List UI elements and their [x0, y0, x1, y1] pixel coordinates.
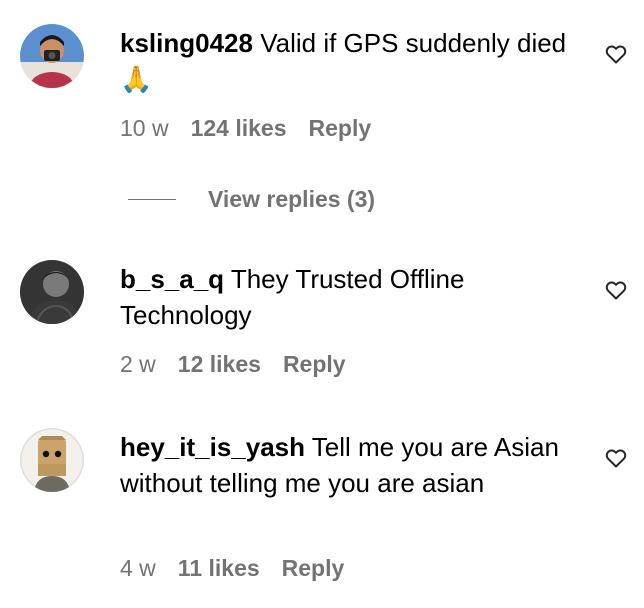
paper-bag-head-avatar-icon: [20, 428, 84, 492]
comment-meta: 4 w 11 likes Reply: [120, 555, 344, 582]
comment-meta: 10 w 124 likes Reply: [120, 115, 371, 142]
likes-count[interactable]: 11 likes: [178, 555, 260, 581]
comment-time: 4 w: [120, 555, 156, 581]
comment-username[interactable]: hey_it_is_yash: [120, 432, 305, 462]
comment-time: 2 w: [120, 351, 156, 377]
reply-button[interactable]: Reply: [283, 351, 346, 377]
comment-text: b_s_a_q They Trusted Offline Technology: [120, 261, 570, 333]
person-with-camera-avatar-icon: [20, 24, 84, 88]
comment-text: hey_it_is_yash Tell me you are Asian wit…: [120, 429, 570, 501]
comment-text: ksling0428 Valid if GPS suddenly died🙏: [120, 25, 570, 97]
comment-username[interactable]: ksling0428: [120, 28, 253, 58]
avatar[interactable]: [20, 24, 84, 88]
divider-line: [128, 198, 176, 200]
heart-icon[interactable]: [604, 42, 628, 66]
dark-portrait-avatar-icon: [20, 260, 84, 324]
view-replies-label: View replies (3): [208, 185, 376, 212]
likes-count[interactable]: 12 likes: [178, 351, 261, 377]
avatar[interactable]: [20, 428, 84, 492]
reply-button[interactable]: Reply: [282, 555, 345, 581]
heart-icon[interactable]: [604, 278, 628, 302]
avatar[interactable]: [20, 260, 84, 324]
heart-icon[interactable]: [604, 446, 628, 470]
view-replies-button[interactable]: View replies (3): [128, 184, 375, 214]
reply-button[interactable]: Reply: [309, 115, 372, 141]
comment-time: 10 w: [120, 115, 169, 141]
likes-count[interactable]: 124 likes: [191, 115, 287, 141]
comment-username[interactable]: b_s_a_q: [120, 264, 224, 294]
comment-meta: 2 w 12 likes Reply: [120, 351, 346, 378]
